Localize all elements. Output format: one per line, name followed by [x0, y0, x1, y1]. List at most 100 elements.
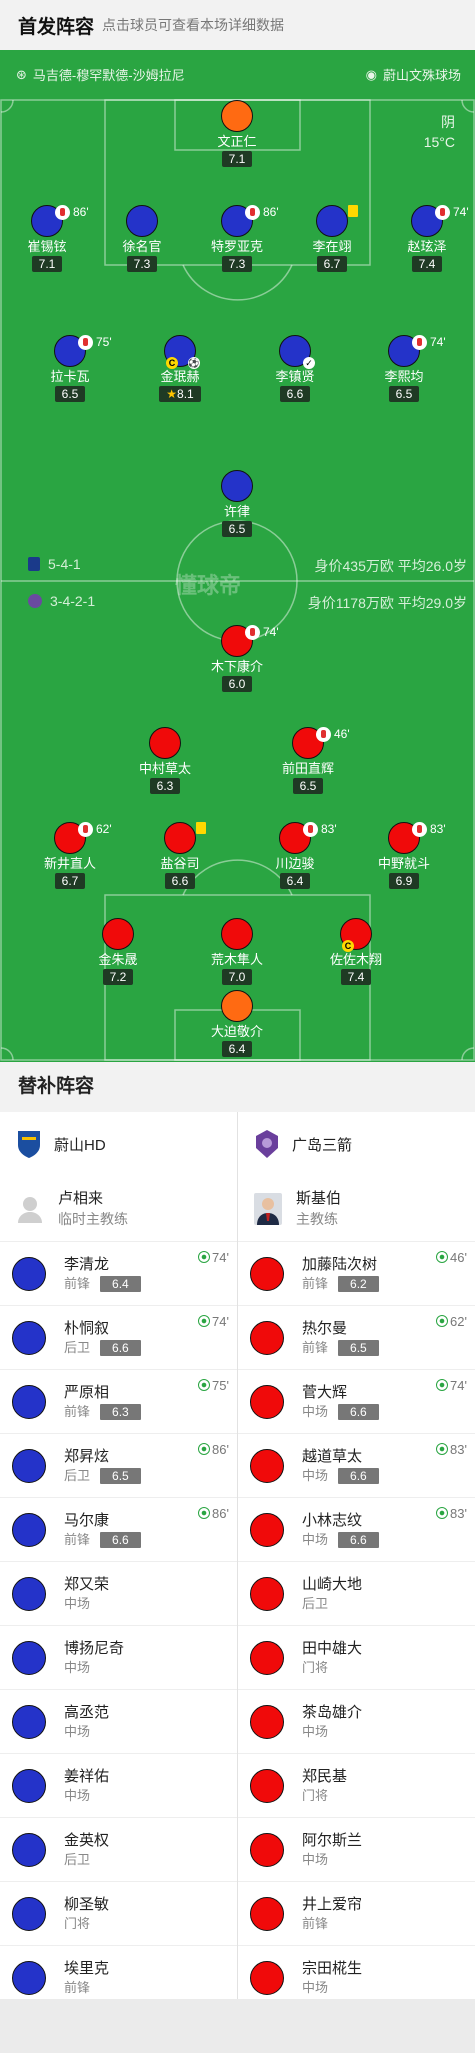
sub-player-position: 门将: [302, 1659, 329, 1675]
sub-player-row[interactable]: 山崎大地 后卫: [238, 1562, 475, 1626]
sub-player-row[interactable]: 朴恫叙 后卫 6.6 74': [0, 1306, 237, 1370]
home-team-header[interactable]: 蔚山HD: [0, 1112, 237, 1176]
home-coach[interactable]: 卢相来 临时主教练: [0, 1176, 237, 1242]
coach-name: 斯基伯: [296, 1189, 342, 1207]
sub-minute: 86': [263, 205, 279, 219]
sub-on-minute: 83': [436, 1442, 467, 1457]
sub-on-minute: 74': [198, 1250, 229, 1265]
sub-off-icon: [55, 205, 70, 220]
whistle-icon: ⊛: [16, 66, 27, 82]
player-rating: 8.1: [177, 387, 194, 401]
away-team-badge-icon: [28, 594, 42, 608]
sub-player-position: 前锋: [64, 1275, 91, 1291]
sub-player-row[interactable]: 金英权 后卫: [0, 1818, 237, 1882]
home-player[interactable]: 75' 拉卡瓦 6.5: [20, 335, 120, 403]
away-team-name: 广岛三箭: [292, 1136, 353, 1154]
player-shirt-icon: [250, 1576, 284, 1611]
yellow-card-icon: [196, 822, 206, 834]
player-name: 前田直辉: [281, 761, 334, 776]
away-player[interactable]: 大迫敬介 6.4: [187, 990, 287, 1058]
home-player[interactable]: 86' 特罗亚克 7.3: [187, 205, 287, 273]
away-player[interactable]: 83' 中野就斗 6.9: [354, 822, 454, 890]
sub-player-row[interactable]: 井上爱帘 前锋: [238, 1882, 475, 1946]
player-rating: 6.7: [54, 873, 86, 889]
away-team-logo-icon: [256, 1130, 278, 1158]
player-name: 金珉赫: [160, 369, 200, 384]
sub-player-row[interactable]: 严原相 前锋 6.3 75': [0, 1370, 237, 1434]
sub-player-row[interactable]: 小林志纹 中场 6.6 83': [238, 1498, 475, 1562]
player-shirt-icon: [12, 1640, 46, 1675]
sub-player-row[interactable]: 柳圣敏 门将: [0, 1882, 237, 1946]
away-player[interactable]: 74' 木下康介 6.0: [187, 625, 287, 693]
sub-player-row[interactable]: 热尔曼 前锋 6.5 62': [238, 1306, 475, 1370]
away-player[interactable]: 62' 新井直人 6.7: [20, 822, 120, 890]
coach-name: 卢相来: [58, 1189, 104, 1207]
player-name: 佐佐木翔: [329, 952, 382, 967]
sub-player-row[interactable]: 茶岛雄介 中场: [238, 1690, 475, 1754]
home-player[interactable]: ✓ 李镇贤 6.6: [245, 335, 345, 403]
page-footer-space: [0, 1999, 475, 2053]
away-player[interactable]: 金朱晟 7.2: [68, 918, 168, 986]
player-name: 荒木隼人: [210, 952, 263, 967]
away-value-info: 身价1178万欧 平均29.0岁: [308, 593, 467, 613]
weather-temperature: 15°C: [423, 134, 455, 150]
sub-player-row[interactable]: 郑昇炫 后卫 6.5 86': [0, 1434, 237, 1498]
player-rating: 7.1: [221, 151, 253, 167]
sub-off-icon: [412, 335, 427, 350]
away-team-header[interactable]: 广岛三箭: [238, 1112, 475, 1176]
stadium-name: 蔚山文殊球场: [382, 68, 461, 83]
sub-minute: 74': [263, 625, 279, 639]
player-shirt-icon: [250, 1960, 284, 1995]
sub-player-row[interactable]: 越道草太 中场 6.6 83': [238, 1434, 475, 1498]
away-player[interactable]: 荒木隼人 7.0: [187, 918, 287, 986]
player-shirt-icon: [221, 470, 253, 502]
away-player[interactable]: 46' 前田直辉 6.5: [258, 727, 358, 795]
player-shirt-icon: [149, 727, 181, 759]
away-player[interactable]: 中村草太 6.3: [115, 727, 215, 795]
player-name: 赵玹泽: [407, 239, 447, 254]
home-player[interactable]: C ⚽ 金珉赫 ★8.1: [130, 335, 230, 403]
home-player[interactable]: 徐名官 7.3: [92, 205, 192, 273]
weather-info: 阴 15°C: [424, 112, 455, 152]
sub-player-position: 中场: [64, 1595, 91, 1611]
sub-player-row[interactable]: 姜祥佑 中场: [0, 1754, 237, 1818]
weather-condition: 阴: [441, 114, 455, 130]
sub-player-position: 前锋: [302, 1339, 329, 1355]
home-player[interactable]: 文正仁 7.1: [187, 100, 287, 168]
sub-on-minute: 74': [436, 1378, 467, 1393]
player-shirt-icon: [250, 1768, 284, 1803]
home-player[interactable]: 86' 崔锡铉 7.1: [0, 205, 97, 273]
sub-player-name: 郑民基: [302, 1767, 348, 1785]
away-coach[interactable]: 斯基伯 主教练: [238, 1176, 475, 1242]
home-formation-label: 5-4-1: [48, 556, 81, 572]
sub-player-row[interactable]: 菅大辉 中场 6.6 74': [238, 1370, 475, 1434]
sub-player-row[interactable]: 马尔康 前锋 6.6 86': [0, 1498, 237, 1562]
home-player[interactable]: 李在翊 6.7: [282, 205, 382, 273]
home-player[interactable]: 74' 李熙均 6.5: [354, 335, 454, 403]
player-shirt-icon: [12, 1704, 46, 1739]
home-player[interactable]: 许律 6.5: [187, 470, 287, 538]
away-player[interactable]: 盐谷司 6.6: [130, 822, 230, 890]
player-rating: 6.9: [388, 873, 420, 889]
captain-icon: C: [342, 940, 354, 952]
home-player[interactable]: 74' 赵玹泽 7.4: [377, 205, 475, 273]
player-shirt-icon: [250, 1320, 284, 1355]
pitch: ⊛ 马吉德-穆罕默德-沙姆拉尼 ◉ 蔚山文殊球场 阴 15°C 懂球帝 5-4-…: [0, 50, 475, 1062]
sub-player-row[interactable]: 博扬尼奇 中场: [0, 1626, 237, 1690]
away-player[interactable]: 83' 川边骏 6.4: [245, 822, 345, 890]
sub-player-row[interactable]: 李清龙 前锋 6.4 74': [0, 1242, 237, 1306]
player-name: 新井直人: [43, 856, 96, 871]
sub-minute: 74': [430, 335, 446, 349]
sub-player-rating: 6.6: [338, 1403, 379, 1420]
sub-player-row[interactable]: 田中雄大 门将: [238, 1626, 475, 1690]
sub-player-row[interactable]: 郑又荣 中场: [0, 1562, 237, 1626]
sub-player-row[interactable]: 郑民基 门将: [238, 1754, 475, 1818]
away-player[interactable]: C 佐佐木翔 7.4: [306, 918, 406, 986]
player-rating: 7.1: [31, 256, 63, 272]
sub-player-position: 中场: [302, 1467, 329, 1483]
player-shirt-icon: [12, 1576, 46, 1611]
sub-player-row[interactable]: 高丞范 中场: [0, 1690, 237, 1754]
sub-player-rating: 6.2: [338, 1275, 379, 1292]
sub-player-row[interactable]: 阿尔斯兰 中场: [238, 1818, 475, 1882]
sub-player-row[interactable]: 加藤陆次树 前锋 6.2 46': [238, 1242, 475, 1306]
